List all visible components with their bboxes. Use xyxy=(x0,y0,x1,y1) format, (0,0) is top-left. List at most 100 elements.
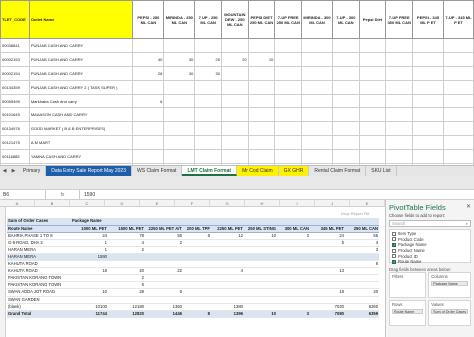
table-cell[interactable]: PUNJAB CASH AND CARRY xyxy=(28,65,134,81)
table-cell[interactable]: PUNJAB CASH AND CARRY xyxy=(28,38,134,53)
table-cell[interactable]: 00038841 xyxy=(0,38,30,53)
table-cell[interactable] xyxy=(332,79,360,95)
pivot-row-name[interactable]: G-9 ROAD, DHA 2 xyxy=(7,239,71,247)
pivot-cell[interactable] xyxy=(277,260,310,269)
checkbox[interactable]: ✓ xyxy=(392,242,396,247)
table-cell[interactable] xyxy=(385,107,414,123)
pivot-table[interactable]: Sum of Order Cases Package Name Route Name… xyxy=(7,218,380,318)
pivot-cell[interactable]: 1380 xyxy=(211,303,244,311)
pivot-cell[interactable] xyxy=(244,274,277,283)
pivot-column-header[interactable]: 1500 ML PET xyxy=(108,225,145,233)
pivot-cell[interactable] xyxy=(211,281,244,290)
pivot-column-header[interactable]: 300 ML CAN xyxy=(277,225,310,233)
pivot-cell[interactable] xyxy=(277,288,310,297)
pivot-cell[interactable] xyxy=(183,267,211,276)
table-cell[interactable] xyxy=(385,121,414,137)
table-cell[interactable]: 00134976 xyxy=(0,121,30,137)
field-item[interactable]: ✓ Route Name xyxy=(392,259,468,265)
table-cell[interactable]: Markhaba Cash and carry xyxy=(28,93,134,109)
pivot-cell[interactable] xyxy=(71,274,108,283)
area-rows[interactable]: Rows Route Name xyxy=(389,300,427,326)
column-header[interactable]: PEPSI DIET 250 ML CAN xyxy=(247,0,276,39)
column-header[interactable]: PEPSI - 250 ML CAN xyxy=(132,0,165,39)
pivot-cell[interactable]: 10 xyxy=(244,232,277,240)
table-cell[interactable] xyxy=(358,65,387,81)
table-cell[interactable] xyxy=(443,149,474,165)
pivot-cell[interactable]: 28 xyxy=(108,288,145,297)
sheet-tab[interactable]: Rental Claim Format xyxy=(309,166,367,176)
pivot-cell[interactable] xyxy=(244,288,277,297)
sheet-tab[interactable]: WS Claim Format xyxy=(132,166,183,176)
pivot-cell[interactable] xyxy=(183,281,211,290)
table-cell[interactable] xyxy=(132,121,165,137)
pivot-cell[interactable]: 6 xyxy=(145,288,183,297)
checkbox[interactable] xyxy=(392,237,396,242)
column-header[interactable]: MIRINDA - 300 ML CAN xyxy=(301,0,333,39)
table-cell[interactable] xyxy=(332,65,360,81)
grand-total-cell[interactable]: 7080 xyxy=(310,309,345,318)
pivot-column-header[interactable]: 345 ML PET xyxy=(310,225,345,233)
pivot-cell[interactable] xyxy=(310,296,345,304)
table-cell[interactable]: 00121475 xyxy=(0,135,30,151)
table-cell[interactable]: 30 xyxy=(194,65,222,81)
pivot-column-header[interactable]: 2250 ML PET xyxy=(211,225,244,233)
column-letter[interactable]: K xyxy=(350,200,385,206)
tab-scroll-left-icon[interactable]: ◀ xyxy=(0,168,9,174)
tab-scroll-right-icon[interactable]: ▶ xyxy=(9,168,18,174)
pivot-cell[interactable]: 4 xyxy=(211,267,244,276)
pivot-column-label[interactable]: Package Name xyxy=(71,218,380,226)
pivot-cell[interactable] xyxy=(183,303,211,311)
pivot-cell[interactable]: 4 xyxy=(108,239,145,247)
pivot-cell[interactable]: 66 xyxy=(345,232,380,240)
table-cell[interactable] xyxy=(132,149,165,165)
table-cell[interactable] xyxy=(194,135,222,151)
table-cell[interactable] xyxy=(163,38,196,53)
table-cell[interactable] xyxy=(220,38,249,53)
pivot-value-label[interactable]: Sum of Order Cases xyxy=(7,218,71,226)
pivot-cell[interactable] xyxy=(244,296,277,304)
pivot-cell[interactable]: 2 xyxy=(108,246,145,254)
pivot-cell[interactable] xyxy=(183,288,211,297)
table-cell[interactable] xyxy=(443,135,474,151)
pivot-column-header[interactable]: 2250 ML PET A/T xyxy=(145,225,183,233)
pivot-cell[interactable] xyxy=(211,274,244,283)
table-cell[interactable]: 40 xyxy=(132,51,165,67)
table-cell[interactable] xyxy=(358,79,387,95)
table-cell[interactable]: GOOD MARKET ( B & B ENTERPRISES) xyxy=(28,121,134,137)
grand-total-cell[interactable]: 1396 xyxy=(211,309,244,318)
table-cell[interactable] xyxy=(443,93,474,109)
table-cell[interactable]: MAAASON CASH AND CARRY xyxy=(28,107,134,123)
table-cell[interactable]: PUNJAB CASH AND CARRY xyxy=(28,51,134,67)
table-cell[interactable] xyxy=(247,79,276,95)
table-cell[interactable] xyxy=(412,149,445,165)
pivot-cell[interactable]: 78 xyxy=(108,232,145,240)
pivot-cell[interactable] xyxy=(108,253,145,262)
pivot-cell[interactable] xyxy=(211,288,244,297)
table-cell[interactable] xyxy=(220,121,249,137)
table-cell[interactable] xyxy=(443,79,474,95)
table-cell[interactable] xyxy=(412,121,445,137)
column-header[interactable]: Pepsi Diet xyxy=(358,0,387,39)
pivot-row-name[interactable]: KAHUTA ROAD xyxy=(7,260,71,269)
table-cell[interactable] xyxy=(132,79,165,95)
pivot-cell[interactable]: 56 xyxy=(145,232,183,240)
area-field-chip[interactable]: Package Name xyxy=(431,281,468,286)
pivot-cell[interactable] xyxy=(277,281,310,290)
grand-total-cell[interactable]: 12820 xyxy=(108,309,145,318)
pivot-cell[interactable]: 20 xyxy=(345,288,380,297)
pivot-cell[interactable]: 10 xyxy=(71,288,108,297)
pivot-cell[interactable]: 18 xyxy=(71,267,108,276)
grand-total-cell[interactable]: 8 xyxy=(183,309,211,318)
pivot-cell[interactable] xyxy=(211,246,244,254)
table-cell[interactable] xyxy=(247,38,276,53)
pivot-cell[interactable]: 18 xyxy=(310,288,345,297)
pivot-cell[interactable] xyxy=(277,253,310,262)
pivot-cell[interactable] xyxy=(145,246,183,254)
table-cell[interactable] xyxy=(220,79,249,95)
sheet-tab[interactable]: Primary xyxy=(18,166,47,176)
table-cell[interactable] xyxy=(358,107,387,123)
pivot-cell[interactable]: 3 xyxy=(277,232,310,240)
pivot-cell[interactable] xyxy=(145,296,183,304)
table-cell[interactable] xyxy=(412,107,445,123)
area-field-chip[interactable]: Sum of Order Cases xyxy=(431,309,468,314)
